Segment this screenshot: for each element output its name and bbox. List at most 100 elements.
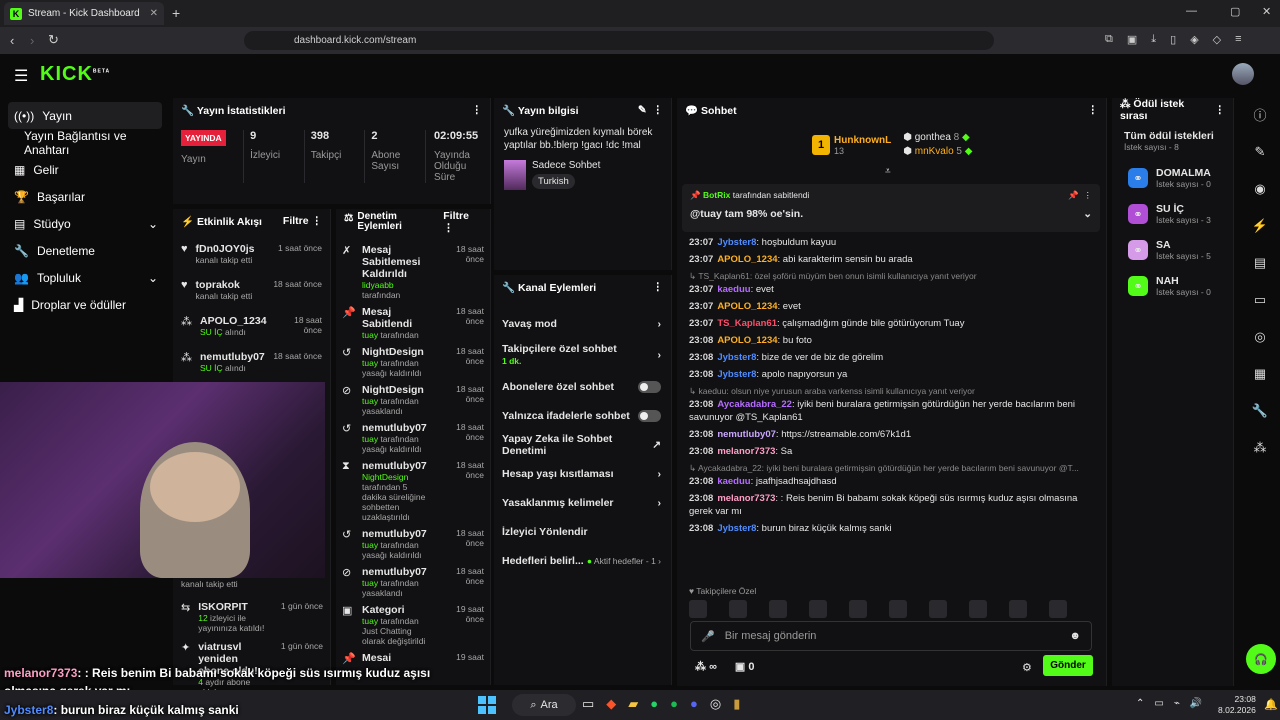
chat-username[interactable]: Jybster8 xyxy=(717,352,756,363)
sidebar-item-yayin[interactable]: ((•)) Yayın xyxy=(8,102,162,129)
chat-username[interactable]: nemutluby07 xyxy=(717,429,776,440)
spotify-icon[interactable]: ● xyxy=(670,696,678,712)
overlay-chat-line: Jybster8: burun biraz küçük kalmış sanki xyxy=(4,703,239,717)
emote-only-toggle[interactable] xyxy=(638,409,661,422)
sidebar-item-stream-key[interactable]: Yayın Bağlantısı ve Anahtarı xyxy=(0,129,170,157)
list-item: ⁂ APOLO_1234 SU İÇ alındı 18 saat önce xyxy=(173,311,330,347)
avatar[interactable] xyxy=(1232,63,1254,85)
chat-input[interactable]: 🎤 Bir mesaj gönderin ☻ xyxy=(690,621,1092,651)
category-thumbnail[interactable] xyxy=(504,160,526,190)
undo-icon: ↺ xyxy=(342,347,352,359)
emote-only-row[interactable]: Yalnızca ifadelerle sohbet xyxy=(494,401,671,430)
sidebar-item-studyo[interactable]: ▤ Stüdyo ⌄ xyxy=(0,210,170,237)
task-view-icon[interactable]: ▭ xyxy=(582,696,594,712)
banned-words-row[interactable]: Yasaklanmış kelimeler › xyxy=(494,488,671,517)
kick-logo[interactable]: KICKBETA xyxy=(40,63,110,86)
send-button[interactable]: Gönder xyxy=(1043,655,1093,676)
extension-icon[interactable]: ⧉ xyxy=(1105,33,1113,46)
dashboard-header xyxy=(0,54,1280,96)
bolt-icon[interactable]: ⚡ xyxy=(1240,207,1280,244)
ai-moderation-row[interactable]: Yapay Zeka ile Sohbet Denetimi ↗ xyxy=(494,430,671,459)
reward-item[interactable]: ⚭ NAH İstek sayısı - 0 xyxy=(1112,268,1233,304)
subs-only-toggle[interactable] xyxy=(638,380,661,393)
reward-item[interactable]: ⚭ DOMALMA İstek sayısı - 0 xyxy=(1112,160,1233,196)
maximize-icon[interactable]: ▢ xyxy=(1230,5,1240,18)
account-age-row[interactable]: Hesap yaşı kısıtlaması › xyxy=(494,459,671,488)
reload-icon[interactable]: ↻ xyxy=(48,32,59,48)
filter-button[interactable]: Filtre xyxy=(283,215,309,227)
whatsapp-icon[interactable]: ● xyxy=(650,696,658,712)
camera-icon[interactable]: ◉ xyxy=(1240,170,1280,207)
vpn-icon[interactable]: ◇ xyxy=(1213,33,1221,46)
obs-icon[interactable]: ◎ xyxy=(710,696,721,712)
chat-username[interactable]: Jybster8 xyxy=(717,369,756,380)
close-window-icon[interactable]: ✕ xyxy=(1262,5,1271,18)
chat-username[interactable]: Jybster8 xyxy=(717,237,756,248)
browser-tab[interactable]: K Stream - Kick Dashboard ✕ xyxy=(4,2,164,25)
more-options-icon[interactable]: ⋮ xyxy=(1088,104,1099,116)
chat-username[interactable]: APOLO_1234 xyxy=(717,301,777,312)
edit-icon[interactable]: ✎ xyxy=(1240,133,1280,170)
sidebar-item-gelir[interactable]: ▦ Gelir xyxy=(0,156,170,183)
more-options-icon[interactable]: ⋮ xyxy=(472,104,483,116)
sidebar-item-droplar[interactable]: ▟ Droplar ve ödüller xyxy=(0,291,170,318)
emoji-icon[interactable]: ☻ xyxy=(1069,630,1081,642)
reward-icon[interactable]: ⁂ xyxy=(1240,429,1280,466)
sidebar-item-basarilar[interactable]: 🏆 Başarılar xyxy=(0,183,170,210)
info-icon[interactable]: ⓘ xyxy=(1240,96,1280,133)
discord-icon[interactable]: ● xyxy=(690,696,698,712)
game-icon[interactable]: ▮ xyxy=(733,696,740,712)
notes-icon[interactable]: ▤ xyxy=(1240,244,1280,281)
chevron-down-icon[interactable]: ⌄ xyxy=(1083,208,1092,220)
broadcast-icon[interactable]: ◎ xyxy=(1240,318,1280,355)
taskbar-search[interactable]: ⌕ Ara xyxy=(512,694,576,716)
sidebar-item-topluluk[interactable]: 👥 Topluluk ⌄ xyxy=(0,264,170,291)
gear-icon[interactable]: ⚙ xyxy=(1022,661,1032,674)
chat-username[interactable]: APOLO_1234 xyxy=(717,335,777,346)
expand-icon[interactable]: ⩡ xyxy=(885,166,891,177)
folder-icon[interactable]: ▰ xyxy=(628,696,638,712)
studio-icon[interactable]: ▦ xyxy=(1240,355,1280,392)
chat-username[interactable]: TS_Kaplan61 xyxy=(717,318,777,329)
raid-row[interactable]: İzleyici Yönlendir xyxy=(494,517,671,546)
more-options-icon[interactable]: ⋮ xyxy=(653,281,664,293)
hamburger-menu-icon[interactable]: ☰ xyxy=(14,66,28,86)
more-options-icon[interactable]: ⋮ xyxy=(1215,104,1226,116)
wallet-icon[interactable]: ◈ xyxy=(1190,33,1198,46)
url-field[interactable]: dashboard.kick.com/stream xyxy=(244,31,994,50)
chat-username[interactable]: Aycakadabra_22 xyxy=(717,399,792,410)
clock[interactable]: 23:08 8.02.2026 xyxy=(1218,694,1256,716)
brave-icon[interactable]: ◆ xyxy=(606,696,616,712)
support-icon[interactable]: 🎧 xyxy=(1246,644,1276,674)
minimize-icon[interactable]: — xyxy=(1186,5,1197,17)
menu-icon[interactable]: ≡ xyxy=(1235,33,1241,46)
start-icon[interactable] xyxy=(478,696,496,714)
more-options-icon[interactable]: ⋮ xyxy=(653,104,664,116)
screenshot-icon[interactable]: ▣ xyxy=(1127,33,1137,46)
sidebar-toggle-icon[interactable]: ▯ xyxy=(1170,33,1176,46)
slow-mode-row[interactable]: Yavaş mod › xyxy=(494,309,671,338)
chat-username[interactable]: APOLO_1234 xyxy=(717,254,777,265)
chat-icon[interactable]: ▭ xyxy=(1240,281,1280,318)
download-icon[interactable]: ⤓ xyxy=(1151,33,1156,46)
forward-icon[interactable]: › xyxy=(30,33,34,48)
reward-item[interactable]: ⚭ SU İÇ İstek sayısı - 3 xyxy=(1112,196,1233,232)
wrench-icon[interactable]: 🔧 xyxy=(1240,392,1280,429)
chat-username[interactable]: melanor7373 xyxy=(717,446,775,457)
chat-username[interactable]: kaeduu xyxy=(717,476,750,487)
new-tab-icon[interactable]: + xyxy=(172,5,180,21)
goals-row[interactable]: Hedefleri belirl... ● Aktif hedefler - 1 … xyxy=(494,546,671,575)
chat-username[interactable]: kaeduu xyxy=(717,284,750,295)
filter-button[interactable]: Filtre xyxy=(443,210,469,222)
chat-username[interactable]: Jybster8 xyxy=(717,523,756,534)
subs-only-row[interactable]: Abonelere özel sohbet xyxy=(494,372,671,401)
back-icon[interactable]: ‹ xyxy=(10,33,14,48)
all-rewards[interactable]: Tüm ödül istekleri İstek sayısı - 8 xyxy=(1112,122,1233,160)
reward-item[interactable]: ⚭ SA İstek sayısı - 5 xyxy=(1112,232,1233,268)
close-tab-icon[interactable]: ✕ xyxy=(150,8,158,19)
edit-icon[interactable]: ✎ xyxy=(638,104,647,116)
sidebar-item-denetleme[interactable]: 🔧 Denetleme xyxy=(0,237,170,264)
notification-icon[interactable]: 🔔 xyxy=(1264,698,1278,711)
followers-only-row[interactable]: Takipçilere özel sohbet 1 dk. › xyxy=(494,338,671,372)
chat-username[interactable]: melanor7373 xyxy=(717,493,775,504)
